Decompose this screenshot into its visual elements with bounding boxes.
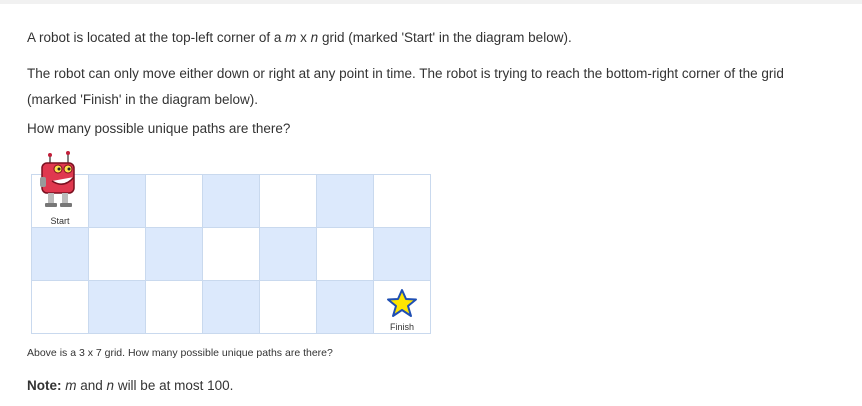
grid-cell: [317, 281, 373, 333]
problem-paragraph-2: The robot can only move either down or r…: [27, 66, 784, 107]
grid-cell: [89, 228, 145, 280]
note-var-n: n: [106, 378, 115, 393]
var-m: m: [285, 30, 297, 45]
start-label: Start: [50, 216, 70, 226]
note-rest: will be at most 100.: [114, 378, 234, 393]
finish-cell: Finish: [374, 281, 430, 333]
p1-text-end: grid (marked 'Start' in the diagram belo…: [318, 30, 572, 45]
grid-cell: [203, 175, 259, 227]
start-cell: Start: [32, 151, 88, 227]
note-var-m: m: [65, 378, 77, 393]
p1-text: A robot is located at the top-left corne…: [27, 30, 286, 45]
grid-cell: [32, 281, 88, 333]
top-divider: [0, 0, 862, 4]
diagram-caption: Above is a 3 x 7 grid. How many possible…: [27, 347, 333, 359]
grid-cell: [374, 228, 430, 280]
grid-cell: [317, 175, 373, 227]
grid-cell: [146, 228, 202, 280]
grid-cell: [89, 281, 145, 333]
grid-cell: [317, 228, 373, 280]
grid-cell: [146, 175, 202, 227]
grid-cell: [32, 228, 88, 280]
grid-cell: [203, 228, 259, 280]
grid-cell: [203, 281, 259, 333]
finish-label: Finish: [389, 322, 414, 332]
problem-paragraph-1: A robot is located at the top-left corne…: [27, 25, 572, 51]
grid-diagram: Start Finish: [31, 151, 431, 334]
note-label: Note:: [27, 378, 62, 393]
grid-cell: [374, 175, 430, 227]
grid-cell: [260, 281, 316, 333]
note-and: and: [76, 378, 107, 393]
grid-cell: [260, 228, 316, 280]
note: Note: m and n will be at most 100.: [27, 378, 233, 393]
star-icon: [387, 289, 417, 317]
grid-cell: [260, 175, 316, 227]
robot-icon: [40, 151, 75, 207]
problem-question: How many possible unique paths are there…: [27, 121, 291, 136]
p1-x: x: [296, 30, 311, 45]
grid-cell: [146, 281, 202, 333]
grid-cell: [89, 175, 145, 227]
